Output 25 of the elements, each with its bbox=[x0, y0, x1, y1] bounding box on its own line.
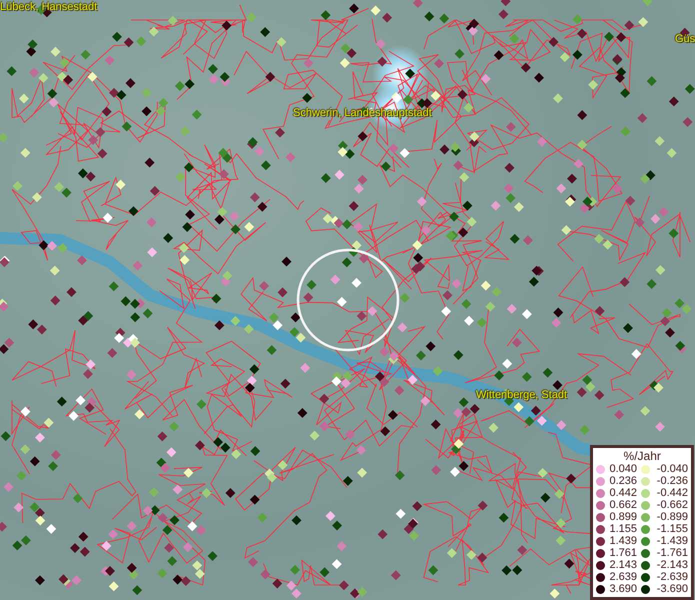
legend-label: 1.155 bbox=[609, 523, 637, 535]
legend-label: -2.639 bbox=[656, 571, 688, 583]
legend-label: -1.155 bbox=[656, 523, 688, 535]
place-label: Lübeck, Hansestadt bbox=[0, 1, 98, 13]
legend-label: -0.442 bbox=[656, 487, 688, 499]
legend-label: -0.236 bbox=[656, 475, 688, 487]
legend-label: 2.143 bbox=[609, 559, 637, 571]
legend-label: 2.639 bbox=[609, 571, 637, 583]
place-label: Güs bbox=[675, 33, 695, 45]
legend-label: -1.761 bbox=[656, 547, 688, 559]
legend-label: 0.236 bbox=[609, 475, 637, 487]
legend-label: -0.899 bbox=[656, 511, 688, 523]
legend-label: -0.662 bbox=[656, 499, 688, 511]
legend-label: -0.040 bbox=[656, 463, 688, 475]
legend-label: 0.442 bbox=[609, 487, 637, 499]
legend-label: -1.439 bbox=[656, 535, 688, 547]
legend-label: 0.662 bbox=[609, 499, 637, 511]
legend-label: 1.439 bbox=[609, 535, 637, 547]
legend-label: 1.761 bbox=[609, 547, 637, 559]
legend-label: -2.143 bbox=[656, 559, 688, 571]
legend-title: %/Jahr bbox=[622, 449, 662, 463]
legend-label: 0.899 bbox=[609, 511, 637, 523]
legend-label: 0.040 bbox=[609, 463, 637, 475]
legend-label: 3.690 bbox=[609, 583, 637, 595]
legend-label: -3.690 bbox=[656, 583, 688, 595]
